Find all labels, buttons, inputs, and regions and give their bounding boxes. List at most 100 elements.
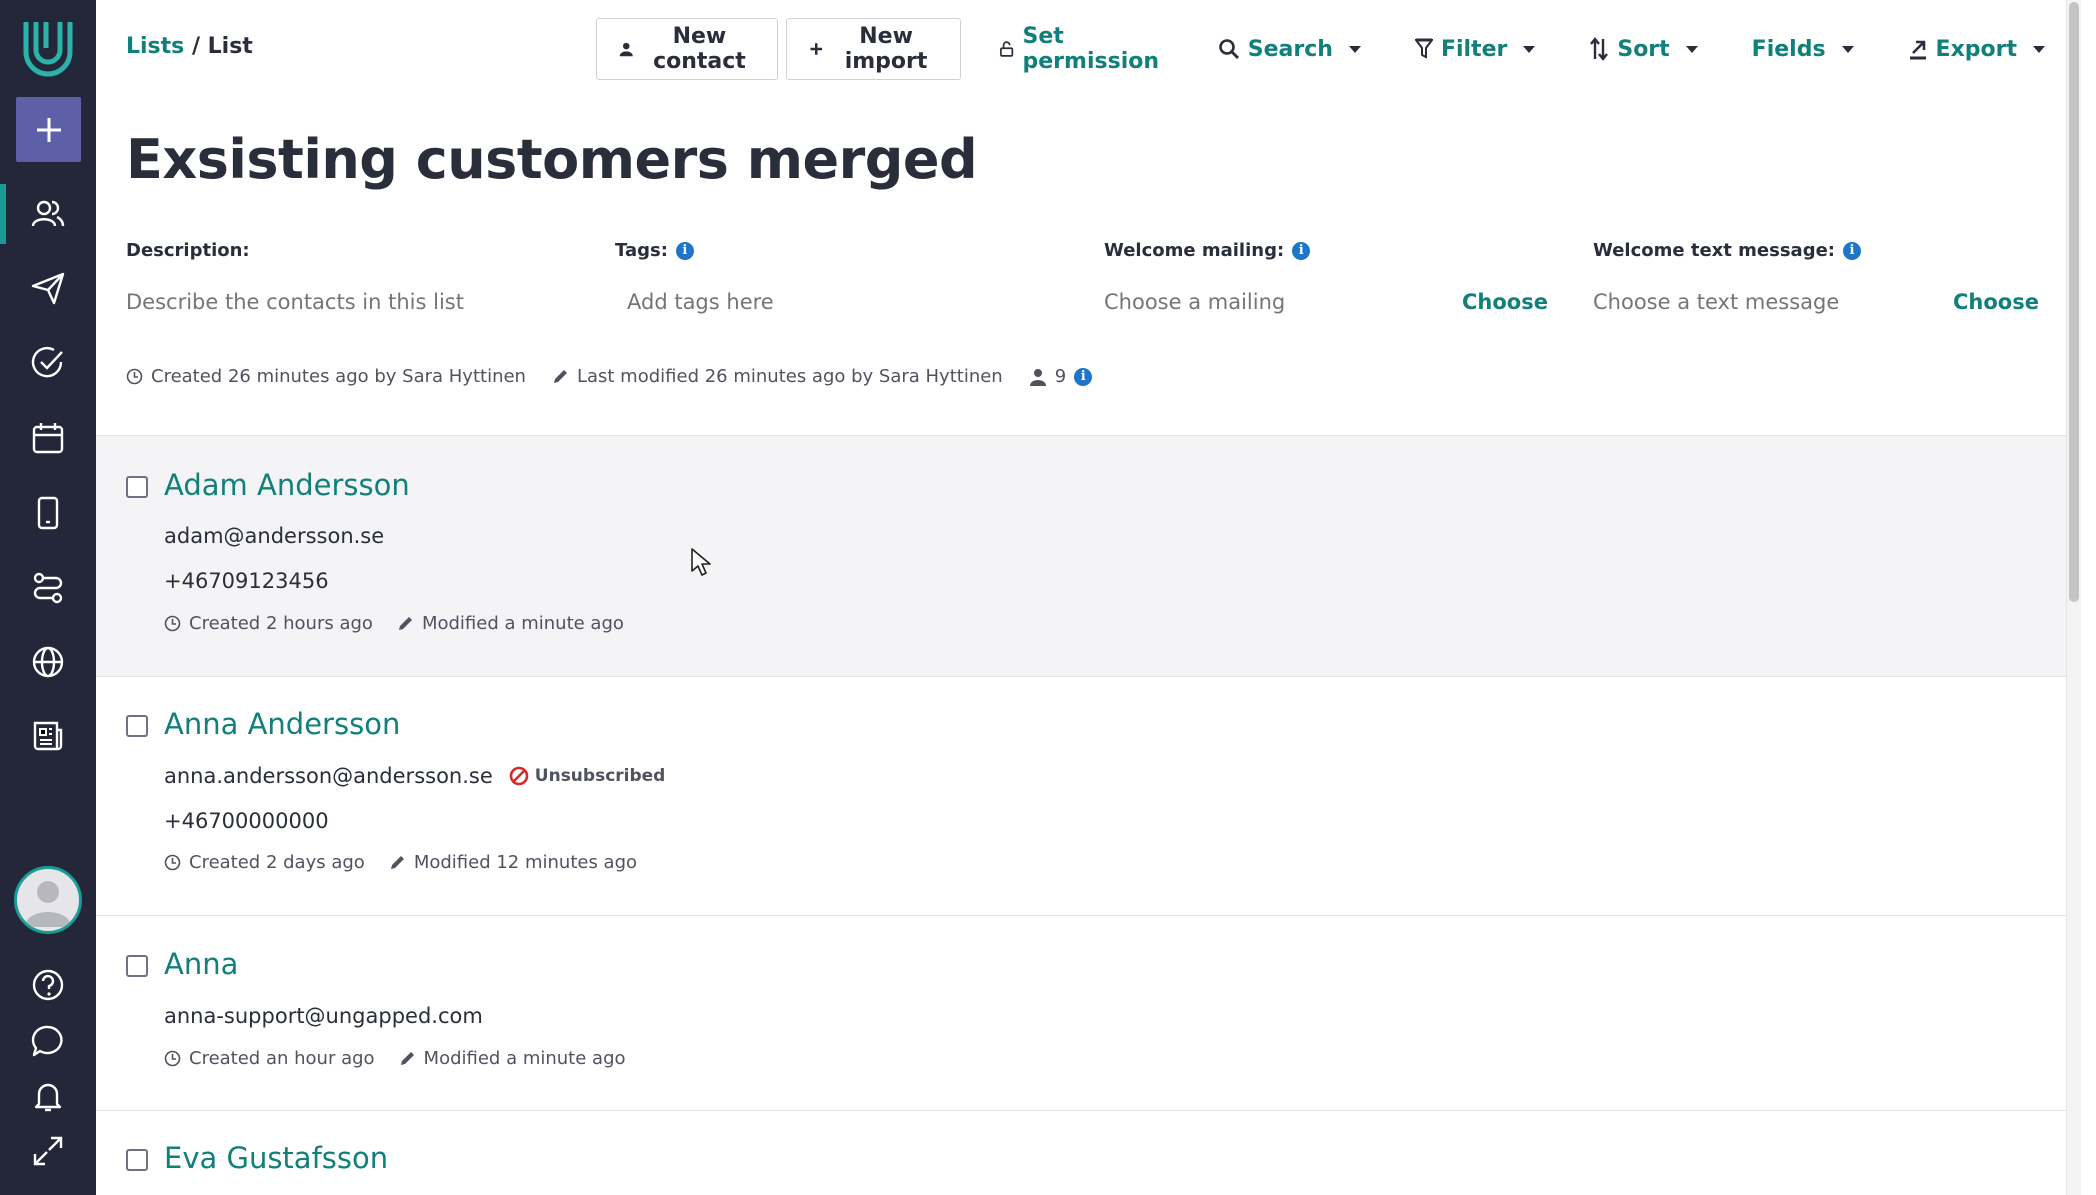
choose-mailing-button[interactable]: Choose: [1462, 290, 1548, 314]
list-item[interactable]: Eva Gustafsson: [96, 1111, 2081, 1195]
user-avatar[interactable]: [14, 866, 82, 934]
workflow-icon: [33, 572, 63, 604]
new-import-button[interactable]: New import: [786, 18, 962, 80]
created-text: Created an hour ago: [189, 1048, 375, 1069]
create-new-button[interactable]: [16, 97, 81, 162]
plus-icon: [36, 117, 61, 142]
chevron-down-icon: [1348, 45, 1361, 53]
select-checkbox[interactable]: [126, 715, 148, 737]
sidebar-item-sms[interactable]: [0, 483, 96, 543]
user-silhouette-icon: [25, 881, 71, 927]
sort-label: Sort: [1617, 36, 1670, 62]
set-permission-button[interactable]: Set permission: [981, 18, 1181, 80]
contact-email-row: anna.andersson@andersson.se Unsubscribed: [164, 764, 665, 788]
sidebar-item-fullscreen[interactable]: [0, 1121, 96, 1181]
breadcrumb-lists-link[interactable]: Lists: [126, 34, 184, 59]
filter-label: Filter: [1440, 36, 1508, 62]
mouse-cursor-icon: [691, 548, 711, 576]
users-icon: [31, 200, 65, 227]
contact-name-link[interactable]: Anna Andersson: [164, 707, 400, 741]
sidebar-item-reports[interactable]: [0, 706, 96, 766]
sidebar-item-automation[interactable]: [0, 558, 96, 618]
modified-text: Last modified 26 minutes ago by Sara Hyt…: [576, 366, 1003, 387]
text-label-row: Welcome text message: i: [1593, 240, 2063, 261]
contact-timestamps: Created 2 hours ago Modified a minute ag…: [164, 613, 648, 634]
blocked-icon: [509, 766, 529, 786]
tags-input[interactable]: [627, 290, 1007, 314]
contact-name-link[interactable]: Anna: [164, 947, 238, 981]
select-checkbox[interactable]: [126, 1149, 148, 1171]
sidebar-item-chat[interactable]: [0, 1011, 96, 1071]
newspaper-icon: [33, 721, 63, 751]
list-item[interactable]: Anna Andersson anna.andersson@andersson.…: [96, 677, 2081, 915]
info-icon[interactable]: i: [1074, 367, 1093, 386]
sidebar-item-help[interactable]: [0, 955, 96, 1015]
select-checkbox[interactable]: [126, 476, 148, 498]
select-checkbox[interactable]: [126, 955, 148, 977]
description-input[interactable]: [126, 290, 506, 314]
contact-modified: Modified a minute ago: [397, 613, 624, 634]
contact-modified: Modified a minute ago: [399, 1048, 626, 1069]
sidebar-item-tasks[interactable]: [0, 333, 96, 393]
filter-icon: [1414, 38, 1433, 59]
contact-created: Created 2 hours ago: [164, 613, 373, 634]
fields-label: Fields: [1751, 36, 1826, 62]
check-circle-icon: [31, 346, 63, 378]
sidebar-item-calendar[interactable]: [0, 408, 96, 468]
main-content: Lists / List New contact New import Set …: [96, 0, 2081, 1195]
list-item[interactable]: Adam Andersson adam@andersson.se +467091…: [96, 436, 2081, 676]
globe-icon: [32, 646, 64, 678]
created-text: Created 2 hours ago: [189, 613, 373, 634]
clock-icon: [164, 854, 181, 871]
filter-dropdown[interactable]: Filter: [1397, 18, 1553, 80]
list-info-line: Created 26 minutes ago by Sara Hyttinen …: [126, 366, 1118, 387]
text-label: Welcome text message:: [1593, 240, 1835, 261]
new-contact-label: New contact: [653, 24, 746, 74]
sort-dropdown[interactable]: Sort: [1571, 18, 1715, 80]
scrollbar-thumb[interactable]: [2069, 2, 2079, 602]
contact-name-link[interactable]: Eva Gustafsson: [164, 1141, 388, 1175]
new-contact-button[interactable]: New contact: [596, 18, 779, 80]
contact-email: anna-support@ungapped.com: [164, 1004, 483, 1028]
sort-icon: [1590, 37, 1609, 61]
contact-created: Created an hour ago: [164, 1048, 375, 1069]
sidebar-item-contacts[interactable]: [0, 184, 96, 244]
choose-text-button[interactable]: Choose: [1953, 290, 2039, 314]
search-dropdown[interactable]: Search: [1200, 18, 1379, 80]
chevron-down-icon: [1685, 45, 1698, 53]
chevron-down-icon: [2033, 45, 2045, 53]
export-icon: [1909, 40, 1926, 60]
sidebar-item-mailings[interactable]: [0, 258, 96, 318]
sidebar-item-notifications[interactable]: [0, 1066, 96, 1126]
expand-icon: [33, 1136, 63, 1166]
created-info: Created 26 minutes ago by Sara Hyttinen: [126, 366, 526, 387]
pencil-icon: [553, 370, 567, 383]
export-dropdown[interactable]: Export: [1890, 18, 2063, 80]
mailing-select[interactable]: [1104, 290, 1434, 314]
tags-section: Tags: i: [615, 240, 1085, 314]
scrollbar[interactable]: [2066, 0, 2081, 1195]
breadcrumb-current: List: [207, 34, 253, 59]
welcome-mailing-section: Welcome mailing: i Choose: [1104, 240, 1574, 314]
contact-name-link[interactable]: Adam Andersson: [164, 468, 410, 502]
contact-timestamps: Created an hour ago Modified a minute ag…: [164, 1048, 650, 1069]
plus-icon: [810, 43, 823, 55]
contact-created: Created 2 days ago: [164, 852, 365, 873]
contact-modified: Modified 12 minutes ago: [389, 852, 637, 873]
info-icon[interactable]: i: [1842, 241, 1861, 260]
person-icon: [619, 42, 633, 57]
fields-dropdown[interactable]: Fields: [1734, 18, 1872, 80]
modified-text: Modified a minute ago: [421, 613, 624, 634]
contact-email: adam@andersson.se: [164, 524, 385, 548]
contact-phone: +46709123456: [164, 569, 329, 593]
clock-icon: [164, 1050, 181, 1067]
ungapped-logo-icon[interactable]: [18, 16, 78, 80]
text-message-select[interactable]: [1593, 290, 1923, 314]
list-item[interactable]: Anna anna-support@ungapped.com Created a…: [96, 916, 2081, 1110]
send-icon: [31, 272, 65, 305]
info-icon[interactable]: i: [675, 241, 694, 260]
new-import-label: New import: [844, 24, 928, 74]
search-icon: [1218, 39, 1239, 59]
sidebar-item-web[interactable]: [0, 632, 96, 692]
info-icon[interactable]: i: [1292, 241, 1311, 260]
